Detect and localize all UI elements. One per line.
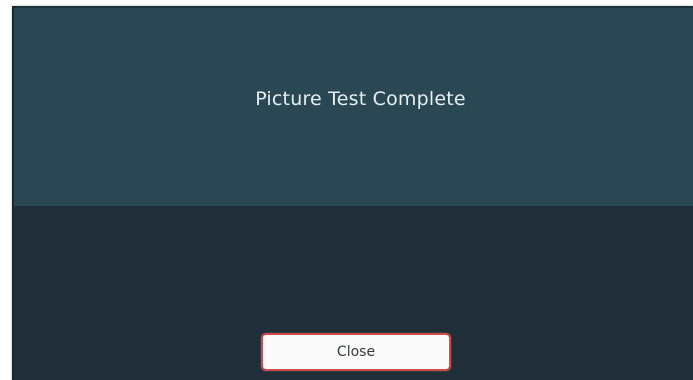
screen: Picture Test Complete Close: [0, 0, 693, 380]
dialog-title: Picture Test Complete: [255, 88, 466, 110]
test-complete-dialog: Picture Test Complete Close: [12, 6, 693, 380]
dialog-body: Close: [14, 206, 693, 380]
close-button[interactable]: Close: [261, 333, 451, 371]
dialog-header: Picture Test Complete: [14, 6, 693, 206]
